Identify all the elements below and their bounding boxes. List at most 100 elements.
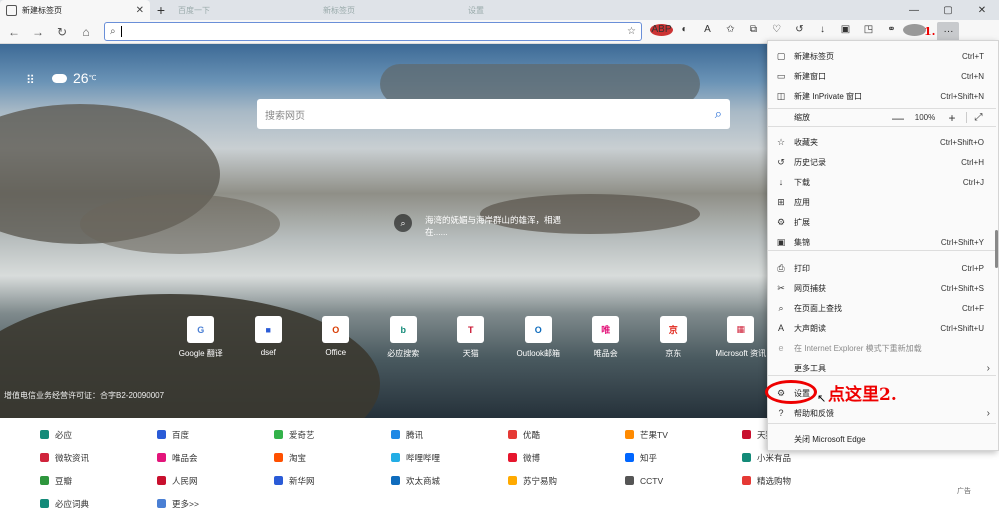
- apps-grid-icon[interactable]: ⠿: [26, 73, 35, 87]
- menu-item-icon: ↺: [777, 156, 785, 167]
- profile-icon[interactable]: [903, 24, 926, 39]
- adblock-icon[interactable]: ABP: [650, 24, 673, 39]
- news-link[interactable]: 新华网: [274, 474, 391, 487]
- menu-item[interactable]: ▢ 新建标签页 Ctrl+T: [768, 46, 996, 66]
- menu-item-zoom[interactable]: 缩放 — 100% + ⤢: [768, 109, 996, 126]
- favorites-icon[interactable]: ✩: [719, 24, 742, 39]
- close-window-icon[interactable]: ✕: [965, 0, 999, 20]
- image-caption[interactable]: ⌕ 海湾的妩媚与海岸群山的雄浑，相遇 在......: [394, 214, 561, 238]
- home-icon[interactable]: ⌂: [76, 25, 96, 39]
- news-link[interactable]: CCTV: [625, 474, 742, 487]
- mouse-cursor-icon: ↖: [817, 393, 827, 405]
- zoom-out-button[interactable]: —: [888, 111, 908, 125]
- address-bar[interactable]: ⌕ ☆: [104, 22, 642, 41]
- news-link[interactable]: 精选购物: [742, 474, 859, 487]
- tab-close-icon[interactable]: ✕: [136, 5, 144, 16]
- menu-item[interactable]: A 大声朗读 Ctrl+Shift+U: [768, 318, 996, 338]
- weather-widget[interactable]: 26 ℃: [52, 70, 96, 86]
- news-link[interactable]: 更多>>: [157, 497, 274, 510]
- news-link[interactable]: 唯品会: [157, 451, 274, 464]
- tab-baidu[interactable]: 百度一下: [172, 0, 317, 20]
- news-link[interactable]: 微博: [508, 451, 625, 464]
- news-link[interactable]: 百度: [157, 428, 274, 441]
- menu-item[interactable]: ☆ 收藏夹 Ctrl+Shift+O: [768, 132, 996, 152]
- news-link-label: 优酷: [523, 429, 541, 440]
- quick-link-tile[interactable]: G Google 翻译: [167, 316, 235, 359]
- quick-link-tile[interactable]: O Outlook邮箱: [505, 316, 573, 359]
- menu-item[interactable]: ⚙ 扩展: [768, 212, 996, 232]
- tab-new-tab[interactable]: 新建标签页 ✕: [0, 0, 150, 20]
- news-link-label: 人民网: [172, 475, 198, 486]
- menu-item-icon: ▭: [776, 70, 786, 81]
- menu-item[interactable]: ⌕ 在页面上查找 Ctrl+F: [768, 298, 996, 318]
- news-link[interactable]: 苏宁易购: [508, 474, 625, 487]
- quick-link-tile[interactable]: ▦ Microsoft 资讯: [707, 316, 775, 359]
- news-link[interactable]: 欢太商城: [391, 474, 508, 487]
- quick-link-tile[interactable]: b 必应搜索: [370, 316, 438, 359]
- history-icon[interactable]: ↺: [788, 24, 811, 39]
- collections-icon-2[interactable]: ◳: [857, 24, 880, 39]
- collections-icon[interactable]: ⧉: [742, 24, 765, 39]
- menu-item[interactable]: ▣ 集锦 Ctrl+Shift+Y: [768, 232, 996, 252]
- cloud-icon: [52, 73, 67, 83]
- news-link[interactable]: 必应词典: [40, 497, 157, 510]
- back-icon[interactable]: ←: [4, 25, 24, 39]
- quick-link-tile[interactable]: 唯唯品会: [572, 316, 640, 359]
- menu-item[interactable]: e 在 Internet Explorer 模式下重新加载: [768, 338, 996, 358]
- menu-item[interactable]: ◫ 新建 InPrivate 窗口 Ctrl+Shift+N: [768, 86, 996, 106]
- news-link[interactable]: 知乎: [625, 451, 742, 464]
- news-link[interactable]: 哔哩哔哩: [391, 451, 508, 464]
- tab-settings[interactable]: 设置: [462, 0, 607, 20]
- site-logo-icon: [742, 476, 751, 485]
- fullscreen-icon[interactable]: ⤢: [966, 112, 990, 123]
- browser-essentials-icon[interactable]: ♡: [765, 24, 788, 39]
- refresh-icon[interactable]: ↻: [52, 25, 72, 39]
- tab-title: 百度一下: [178, 5, 210, 15]
- forward-icon[interactable]: →: [28, 25, 48, 39]
- downloads-icon[interactable]: ↓: [811, 24, 834, 39]
- menu-item[interactable]: ↓ 下载 Ctrl+J: [768, 172, 996, 192]
- menu-item-shortcut: Ctrl+F: [962, 303, 984, 313]
- menu-item[interactable]: ▭ 新建窗口 Ctrl+N: [768, 66, 996, 86]
- new-tab-button[interactable]: +: [150, 0, 172, 20]
- menu-item[interactable]: ⊞ 应用: [768, 192, 996, 212]
- news-link[interactable]: 淘宝: [274, 451, 391, 464]
- read-aloud-icon[interactable]: A: [696, 24, 719, 39]
- quick-link-tile[interactable]: ■ dsef: [235, 316, 303, 359]
- news-link[interactable]: 人民网: [157, 474, 274, 487]
- menu-item[interactable]: ? 帮助和反馈 ›: [768, 403, 996, 423]
- annotation-circle: [765, 380, 817, 404]
- sync-icon[interactable]: ⚭: [880, 24, 903, 39]
- add-favorite-icon[interactable]: ☆: [627, 26, 636, 37]
- search-icon[interactable]: ⌕: [715, 106, 722, 122]
- menu-item[interactable]: ↺ 历史记录 Ctrl+H: [768, 152, 996, 172]
- menu-item[interactable]: 更多工具 ›: [768, 358, 996, 378]
- icp-license: 增值电信业务经营许可证：合字B2-20090007: [4, 391, 165, 400]
- quick-link-tile[interactable]: 京京东: [640, 316, 708, 359]
- news-link[interactable]: 芒果TV: [625, 428, 742, 441]
- news-link[interactable]: 优酷: [508, 428, 625, 441]
- menu-item-icon: A: [777, 323, 784, 333]
- maximize-icon[interactable]: ▢: [931, 0, 965, 20]
- zoom-in-button[interactable]: +: [942, 111, 962, 125]
- news-link[interactable]: 爱奇艺: [274, 428, 391, 441]
- news-link[interactable]: 小米有品: [742, 451, 859, 464]
- menu-item-label: 收藏夹: [794, 137, 818, 147]
- news-link[interactable]: 腾讯: [391, 428, 508, 441]
- quick-link-tile[interactable]: T 天猫: [437, 316, 505, 359]
- web-search-box[interactable]: 搜索网页 ⌕: [257, 99, 730, 129]
- extension-icon[interactable]: ◐: [673, 24, 696, 39]
- tab-newtab-2[interactable]: 新标签页: [317, 0, 462, 20]
- minimize-icon[interactable]: —: [897, 0, 931, 20]
- menu-item[interactable]: ⎙ 打印 Ctrl+P: [768, 258, 996, 278]
- news-link[interactable]: 微软资讯: [40, 451, 157, 464]
- news-link[interactable]: 豆瓣: [40, 474, 157, 487]
- quick-link-tile[interactable]: O Office: [302, 316, 370, 359]
- menu-item[interactable]: ✂ 网页捕获 Ctrl+Shift+S: [768, 278, 996, 298]
- screenshot-icon[interactable]: ▣: [834, 24, 857, 39]
- news-link[interactable]: 必应: [40, 428, 157, 441]
- menu-scrollbar[interactable]: [995, 230, 998, 268]
- menu-item-icon: ?: [778, 408, 784, 418]
- menu-item[interactable]: 关闭 Microsoft Edge: [768, 429, 996, 449]
- settings-and-more-button[interactable]: ···: [937, 21, 960, 42]
